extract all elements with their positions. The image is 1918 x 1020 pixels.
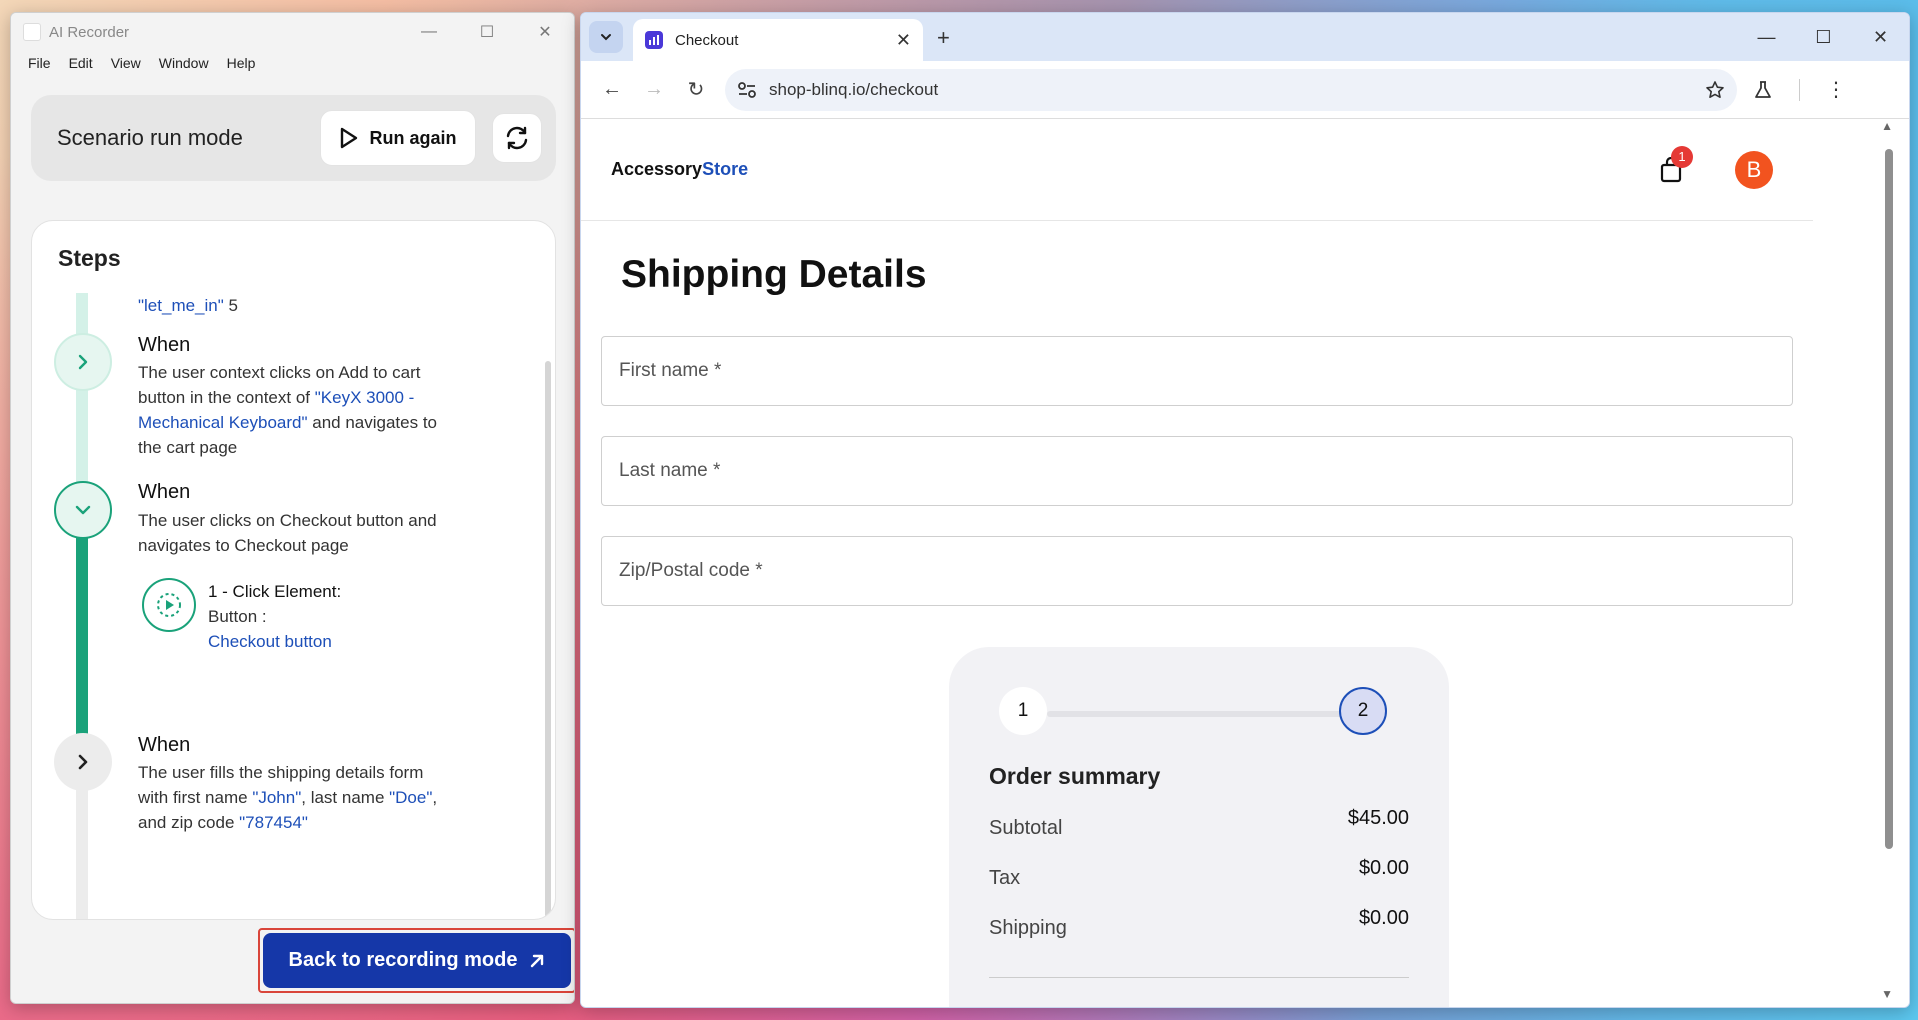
running-play-icon — [157, 593, 181, 617]
action-title: 1 - Click Element: — [208, 582, 342, 601]
browser-window: Checkout ✕ + — ☐ ✕ ← → ↻ shop-blinq.io/c… — [580, 12, 1910, 1008]
back-to-recording-button[interactable]: Back to recording mode — [263, 933, 571, 988]
cart-button[interactable]: 1 — [1651, 145, 1693, 190]
toolbar-separator — [1799, 78, 1800, 101]
toolbar-actions: ⋮ — [1753, 77, 1846, 102]
summary-row-shipping: Shipping $0.00 — [989, 907, 1409, 939]
step-expand-button[interactable] — [54, 333, 112, 391]
store-logo[interactable]: AccessoryStore — [611, 159, 1651, 180]
timeline-active — [76, 503, 88, 755]
step-description: The user fills the shipping details form… — [138, 763, 438, 832]
stepper-step-1: 1 — [999, 687, 1047, 735]
site-settings-icon[interactable] — [737, 81, 757, 99]
menu-edit[interactable]: Edit — [60, 55, 102, 71]
action-target-link[interactable]: Checkout button — [208, 629, 508, 654]
browser-window-controls: — ☐ ✕ — [1738, 13, 1909, 61]
step-keyword: When — [138, 481, 191, 503]
chevron-down-icon — [75, 505, 91, 515]
step-collapse-button[interactable] — [54, 481, 112, 539]
page-scrollbar-thumb[interactable] — [1885, 149, 1893, 849]
maximize-icon[interactable]: ☐ — [1795, 13, 1852, 61]
close-icon[interactable]: ✕ — [516, 13, 574, 51]
refresh-button[interactable] — [492, 113, 542, 163]
summary-row-subtotal: Subtotal $45.00 — [989, 807, 1409, 839]
action-type: Button : — [208, 607, 267, 626]
more-options-icon[interactable]: ⋮ — [1826, 77, 1846, 102]
site-favicon-icon — [645, 31, 663, 49]
page-title: Shipping Details — [621, 253, 927, 296]
back-button-highlight: Back to recording mode — [258, 928, 574, 993]
steps-title: Steps — [58, 245, 121, 271]
tab-checkout[interactable]: Checkout ✕ — [633, 19, 923, 61]
address-bar[interactable]: shop-blinq.io/checkout — [725, 68, 1737, 111]
step-keyword: When — [138, 734, 191, 756]
maximize-icon[interactable]: ☐ — [458, 13, 516, 51]
menu-window[interactable]: Window — [150, 55, 218, 71]
recorder-menubar: File Edit View Window Help — [11, 51, 574, 75]
checkout-page: AccessoryStore 1 B Shipping Details Firs… — [581, 119, 1909, 1007]
close-icon[interactable]: ✕ — [1852, 13, 1909, 61]
scroll-down-arrow-icon[interactable]: ▼ — [1881, 987, 1893, 1001]
refresh-icon — [506, 126, 528, 150]
minimize-icon[interactable]: — — [400, 13, 458, 51]
recorder-titlebar: AI Recorder — ☐ ✕ — [11, 13, 574, 51]
timeline-completed — [76, 293, 88, 503]
tab-search-button[interactable] — [589, 21, 623, 53]
url-text: shop-blinq.io/checkout — [769, 79, 939, 99]
stepper-track — [1047, 711, 1351, 717]
scenario-run-panel: Scenario run mode Run again — [31, 95, 556, 181]
browser-toolbar: ← → ↻ shop-blinq.io/checkout ⋮ — [581, 61, 1909, 119]
run-again-button[interactable]: Run again — [320, 110, 476, 166]
order-summary-title: Order summary — [989, 763, 1161, 789]
step-description: The user context clicks on Add to cart b… — [138, 363, 438, 457]
chevron-right-icon — [78, 354, 88, 370]
order-summary-card: 1 2 Order summary Subtotal $45.00 Tax $0… — [949, 647, 1449, 1007]
last-name-input[interactable]: Last name * — [601, 436, 1793, 506]
menu-view[interactable]: View — [102, 55, 150, 71]
back-to-recording-label: Back to recording mode — [288, 949, 518, 971]
stepper-step-2: 2 — [1339, 687, 1387, 735]
summary-row-tax: Tax $0.00 — [989, 857, 1409, 889]
user-avatar[interactable]: B — [1735, 150, 1773, 189]
tab-strip: Checkout ✕ + — ☐ ✕ — [581, 13, 1909, 61]
recorder-title: AI Recorder — [49, 23, 130, 41]
step-fragment: "let_me_in" 5 — [138, 296, 238, 315]
labs-flask-icon[interactable] — [1753, 80, 1773, 100]
steps-panel: Steps "let_me_in" 5 When The user contex… — [31, 220, 556, 920]
bookmark-star-icon[interactable] — [1705, 80, 1725, 100]
chevron-right-icon — [78, 754, 88, 770]
steps-list: "let_me_in" 5 When The user context clic… — [32, 293, 555, 919]
recorder-content: Scenario run mode Run again Steps "let_m… — [11, 75, 574, 1003]
first-name-input[interactable]: First name * — [601, 336, 1793, 406]
arrow-up-right-icon — [531, 954, 544, 967]
scroll-up-arrow-icon[interactable]: ▲ — [1881, 119, 1893, 133]
step-description: The user clicks on Checkout button and n… — [138, 511, 437, 555]
back-arrow-icon[interactable]: ← — [591, 70, 633, 110]
store-header: AccessoryStore 1 B — [581, 119, 1813, 221]
action-status-indicator — [142, 578, 196, 632]
minimize-icon[interactable]: — — [1738, 13, 1795, 61]
summary-divider — [989, 977, 1409, 978]
ai-recorder-window: AI Recorder — ☐ ✕ File Edit View Window … — [10, 12, 575, 1004]
forward-arrow-icon[interactable]: → — [633, 70, 675, 110]
app-icon — [23, 23, 41, 41]
step-keyword: When — [138, 334, 191, 356]
tab-title: Checkout — [675, 31, 739, 49]
reload-icon[interactable]: ↻ — [675, 70, 717, 110]
menu-file[interactable]: File — [19, 55, 60, 71]
step-fragment-link: "let_me_in" — [138, 296, 224, 315]
step-expand-button[interactable] — [54, 733, 112, 791]
menu-help[interactable]: Help — [218, 55, 265, 71]
play-icon — [341, 127, 358, 149]
cart-count-badge: 1 — [1671, 145, 1693, 168]
run-again-label: Run again — [369, 127, 457, 148]
scenario-mode-label: Scenario run mode — [57, 125, 243, 150]
chevron-down-icon — [601, 34, 611, 41]
new-tab-icon[interactable]: + — [937, 25, 950, 51]
tab-close-icon[interactable]: ✕ — [896, 30, 911, 51]
zip-code-input[interactable]: Zip/Postal code * — [601, 536, 1793, 606]
